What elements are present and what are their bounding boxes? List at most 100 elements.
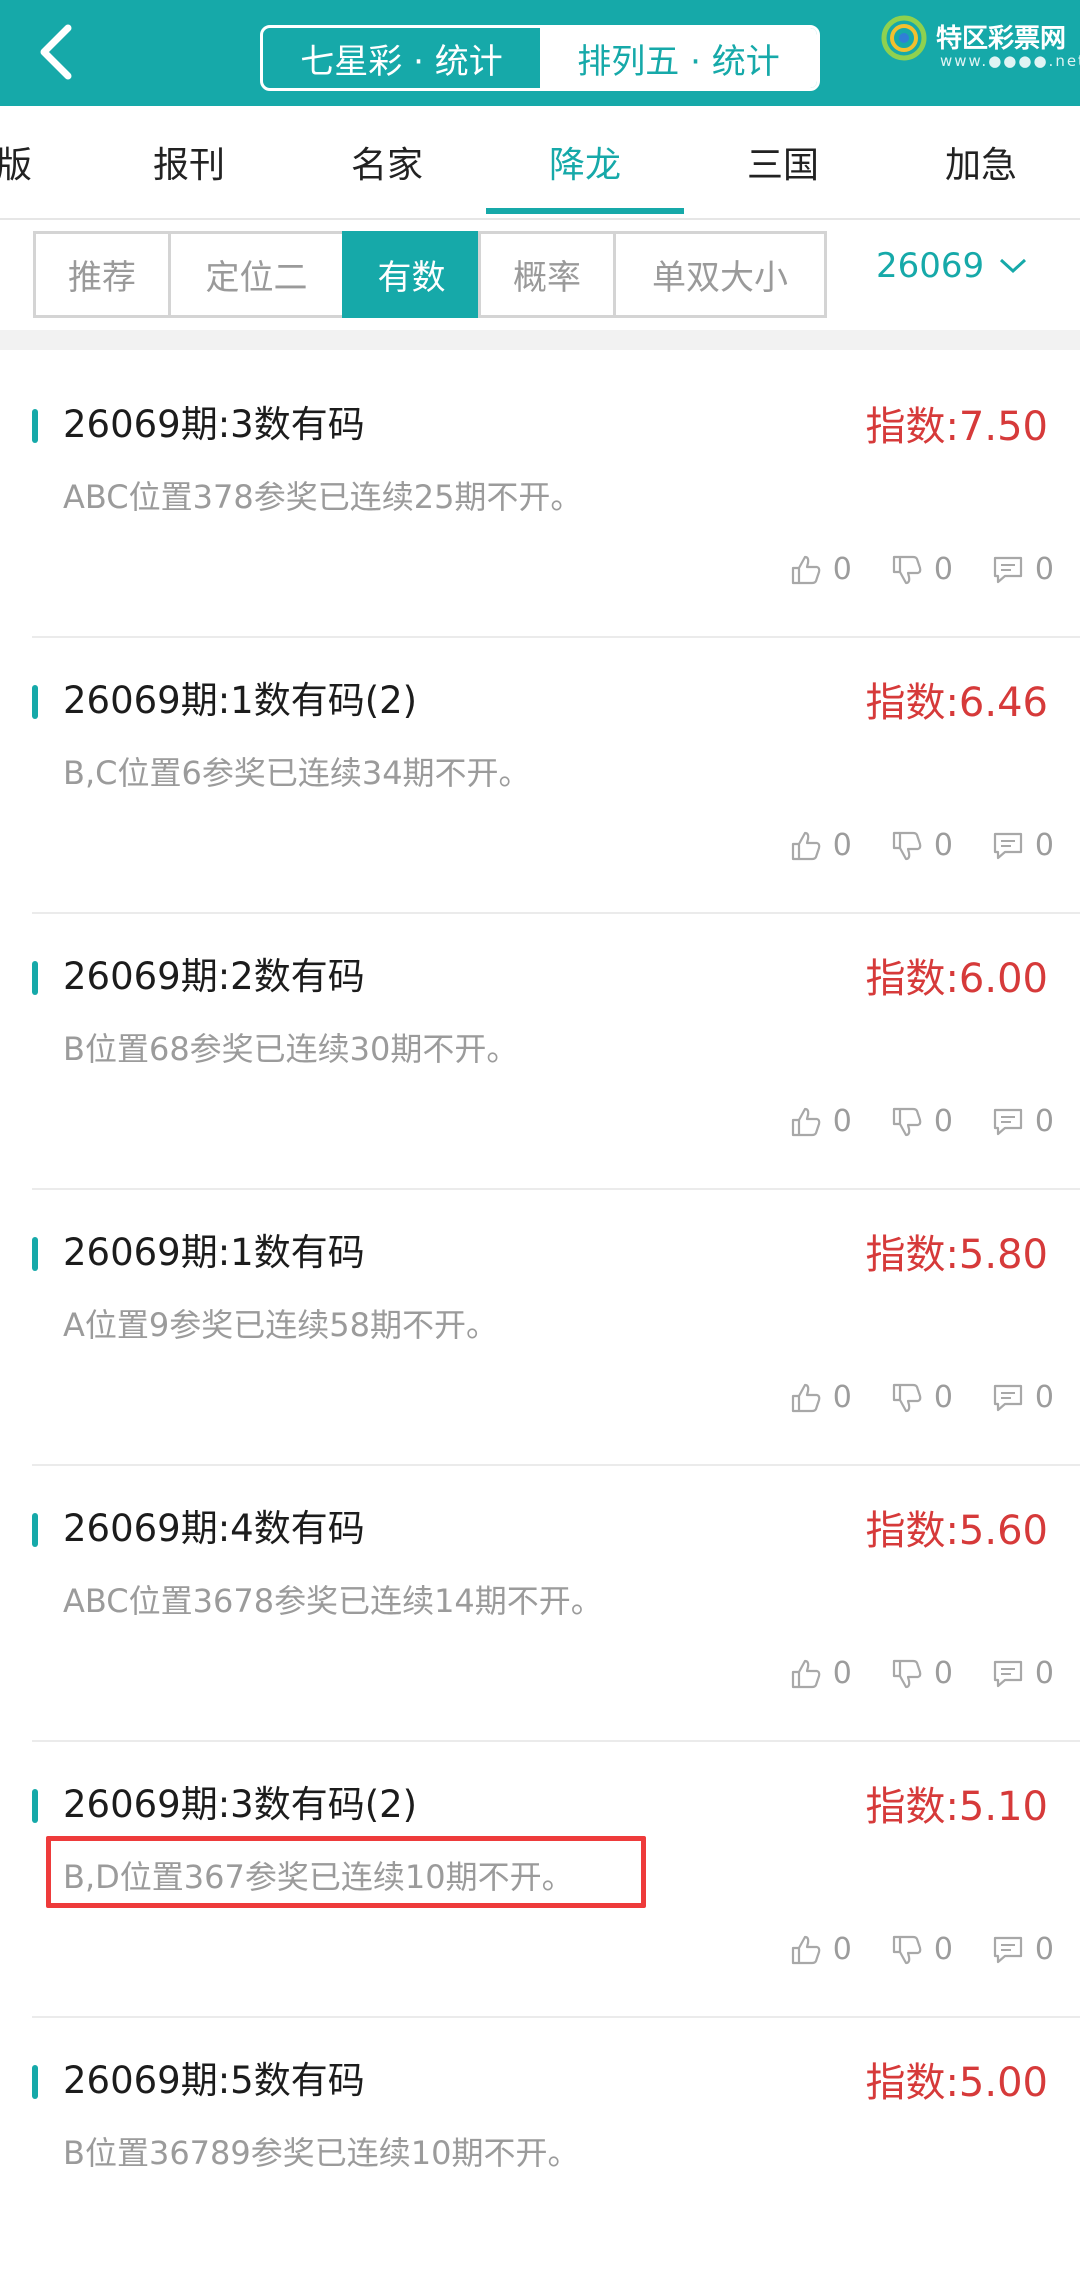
lottery-segment-control: 七星彩 · 统计 排列五 · 统计: [260, 25, 820, 91]
like-button[interactable]: 0: [789, 1656, 852, 1691]
comment-button[interactable]: 0: [991, 1656, 1054, 1691]
item-marker: [32, 1789, 38, 1823]
annotation-highlight-box: [46, 1836, 646, 1908]
subtab-youshu[interactable]: 有数: [342, 231, 481, 318]
list-item[interactable]: 26069期:4数有码 指数:5.60 ABC位置3678参奖已连续14期不开。…: [0, 1466, 1080, 1742]
item-title: 26069期:5数有码: [63, 2059, 365, 2102]
dislike-button[interactable]: 0: [890, 1656, 953, 1691]
list-item[interactable]: 26069期:1数有码 指数:5.80 A位置9参奖已连续58期不开。 0 0 …: [0, 1190, 1080, 1466]
item-title: 26069期:1数有码: [63, 1231, 365, 1274]
comment-button[interactable]: 0: [991, 552, 1054, 587]
dislike-button[interactable]: 0: [890, 1380, 953, 1415]
period-selector[interactable]: 26069: [876, 246, 1028, 286]
tab-ban[interactable]: 版: [0, 106, 104, 218]
like-button[interactable]: 0: [789, 828, 852, 863]
item-index: 指数:7.50: [865, 404, 1048, 450]
comment-button[interactable]: 0: [991, 1380, 1054, 1415]
subtab-tuijian[interactable]: 推荐: [33, 231, 171, 318]
like-count: 0: [832, 1656, 852, 1691]
item-marker: [32, 685, 38, 719]
tab-mingjia[interactable]: 名家: [297, 106, 477, 218]
thumbs-up-icon: [791, 831, 821, 860]
item-actions: 0 0 0: [751, 828, 1054, 863]
comment-button[interactable]: 0: [991, 1932, 1054, 1967]
thumbs-up-icon: [791, 1107, 821, 1136]
item-title: 26069期:1数有码(2): [63, 679, 418, 722]
comment-icon: [993, 1660, 1023, 1687]
list-item[interactable]: 26069期:1数有码(2) 指数:6.46 B,C位置6参奖已连续34期不开。…: [0, 638, 1080, 914]
back-arrow-icon[interactable]: [28, 20, 92, 84]
brand-logo: 特区彩票网 www.●●●●.net: [880, 14, 1080, 74]
subtab-dingweier[interactable]: 定位二: [168, 231, 345, 318]
thumbs-up-icon: [791, 555, 821, 584]
comment-count: 0: [1034, 1656, 1054, 1691]
subtab-danshuangdaxiao[interactable]: 单双大小: [613, 231, 827, 318]
comment-count: 0: [1034, 552, 1054, 587]
dislike-count: 0: [933, 552, 953, 587]
thumbs-up-icon: [791, 1383, 821, 1412]
thumbs-down-icon: [892, 1383, 922, 1412]
brand-url: www.●●●●.net: [940, 52, 1080, 70]
tab-xianglong[interactable]: 降龙: [495, 106, 675, 218]
comment-icon: [993, 1108, 1023, 1135]
item-marker: [32, 2065, 38, 2099]
item-description: ABC位置378参奖已连续25期不开。: [63, 478, 583, 516]
item-title: 26069期:4数有码: [63, 1507, 365, 1550]
like-count: 0: [832, 828, 852, 863]
sub-tabs: 推荐 定位二 有数 概率 单双大小: [33, 231, 827, 318]
dislike-count: 0: [933, 1104, 953, 1139]
comment-button[interactable]: 0: [991, 1104, 1054, 1139]
item-actions: 0 0 0: [751, 1104, 1054, 1139]
like-button[interactable]: 0: [789, 1380, 852, 1415]
thumbs-down-icon: [892, 555, 922, 584]
item-description: ABC位置3678参奖已连续14期不开。: [63, 1582, 603, 1620]
dislike-button[interactable]: 0: [890, 828, 953, 863]
item-marker: [32, 961, 38, 995]
comment-count: 0: [1034, 1104, 1054, 1139]
item-marker: [32, 1513, 38, 1547]
tab-jiaji[interactable]: 加急: [891, 106, 1071, 218]
dislike-button[interactable]: 0: [890, 552, 953, 587]
item-index: 指数:5.10: [865, 1784, 1048, 1830]
thumbs-up-icon: [791, 1659, 821, 1688]
like-button[interactable]: 0: [789, 1932, 852, 1967]
item-description: B,C位置6参奖已连续34期不开。: [63, 754, 531, 792]
comment-button[interactable]: 0: [991, 828, 1054, 863]
tab-sanguo[interactable]: 三国: [693, 106, 873, 218]
item-actions: 0 0 0: [751, 1932, 1054, 1967]
like-button[interactable]: 0: [789, 552, 852, 587]
thumbs-down-icon: [892, 1659, 922, 1688]
item-index: 指数:5.00: [865, 2060, 1048, 2106]
comment-icon: [993, 1384, 1023, 1411]
list-item[interactable]: 26069期:3数有码 指数:7.50 ABC位置378参奖已连续25期不开。 …: [0, 362, 1080, 638]
item-actions: 0 0 0: [751, 552, 1054, 587]
like-count: 0: [832, 1104, 852, 1139]
thumbs-down-icon: [892, 831, 922, 860]
logo-swirl-icon: [881, 15, 927, 61]
comment-icon: [993, 832, 1023, 859]
comment-icon: [993, 556, 1023, 583]
item-title: 26069期:3数有码(2): [63, 1783, 418, 1826]
item-actions: 0 0 0: [751, 1656, 1054, 1691]
section-separator: [0, 330, 1080, 350]
item-title: 26069期:2数有码: [63, 955, 365, 998]
dislike-count: 0: [933, 1932, 953, 1967]
item-marker: [32, 1237, 38, 1271]
subtab-gailv[interactable]: 概率: [478, 231, 616, 318]
like-button[interactable]: 0: [789, 1104, 852, 1139]
segment-qixingcai[interactable]: 七星彩 · 统计: [263, 28, 540, 88]
segment-pailiewu[interactable]: 排列五 · 统计: [540, 28, 817, 88]
period-value: 26069: [876, 246, 985, 286]
dislike-button[interactable]: 0: [890, 1932, 953, 1967]
tab-baokan[interactable]: 报刊: [99, 106, 279, 218]
item-index: 指数:6.00: [865, 956, 1048, 1002]
list-item[interactable]: 26069期:5数有码 指数:5.00 B位置36789参奖已连续10期不开。: [0, 2018, 1080, 2294]
item-actions: 0 0 0: [751, 1380, 1054, 1415]
comment-count: 0: [1034, 1380, 1054, 1415]
chevron-down-icon: [1000, 258, 1027, 274]
list-item[interactable]: 26069期:2数有码 指数:6.00 B位置68参奖已连续30期不开。 0 0…: [0, 914, 1080, 1190]
item-marker: [32, 409, 38, 443]
comment-count: 0: [1034, 828, 1054, 863]
dislike-button[interactable]: 0: [890, 1104, 953, 1139]
item-index: 指数:5.80: [865, 1232, 1048, 1278]
